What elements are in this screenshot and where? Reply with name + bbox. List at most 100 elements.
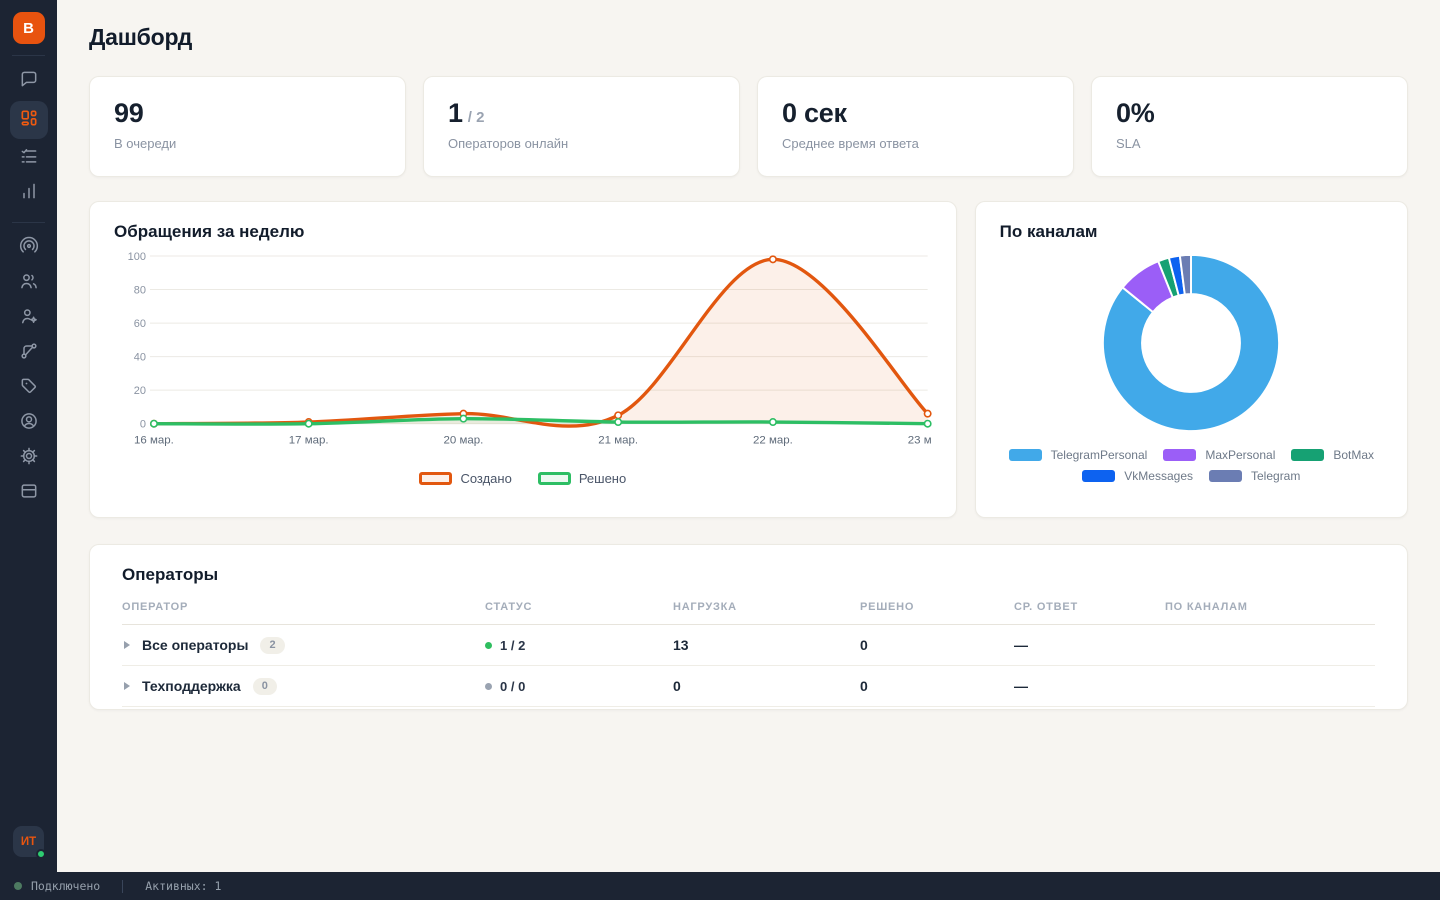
- column-header[interactable]: СТАТУС: [485, 601, 673, 613]
- load-value: 0: [673, 678, 860, 694]
- queue-icon: [19, 146, 39, 171]
- legend-item[interactable]: VkMessages: [1082, 469, 1193, 483]
- connection-status-label: Подключено: [31, 879, 100, 893]
- load-value: 13: [673, 637, 860, 653]
- status-value: 0 / 0: [500, 679, 525, 694]
- active-sessions-label: Активных: 1: [145, 879, 221, 893]
- legend-swatch: [1163, 449, 1196, 461]
- legend-swatch: [1291, 449, 1324, 461]
- sidebar-item-clients[interactable]: [10, 406, 48, 441]
- legend-item[interactable]: TelegramPersonal: [1009, 448, 1148, 462]
- stat-value: 0%: [1116, 98, 1154, 128]
- chat-icon: [19, 69, 39, 94]
- divider: [122, 880, 123, 893]
- legend-item[interactable]: Решено: [538, 471, 626, 486]
- legend-label: TelegramPersonal: [1051, 448, 1148, 462]
- sidebar: B ИТ: [0, 0, 57, 872]
- column-header[interactable]: СР. ОТВЕТ: [1014, 601, 1165, 613]
- sidebar-item-flows[interactable]: [10, 336, 48, 371]
- svg-text:20: 20: [134, 385, 146, 397]
- sidebar-item-dashboard[interactable]: [10, 101, 48, 139]
- legend-swatch: [538, 472, 571, 485]
- user-avatar[interactable]: ИТ: [13, 826, 44, 857]
- charts-row: Обращения за неделю 02040608010016 мар.1…: [89, 201, 1408, 518]
- tag-icon: [19, 376, 39, 401]
- main-content: Дашборд 99 В очереди 1 / 2 Операторов онл…: [57, 0, 1440, 872]
- sidebar-item-billing[interactable]: [10, 476, 48, 511]
- svg-text:22 мар.: 22 мар.: [753, 435, 793, 447]
- status-dot: [485, 642, 492, 649]
- page-title: Дашборд: [89, 24, 1408, 51]
- stat-card-queue: 99 В очереди: [89, 76, 406, 177]
- resolved-value: 0: [860, 637, 1014, 653]
- sidebar-item-channels[interactable]: [10, 231, 48, 266]
- svg-text:40: 40: [134, 352, 146, 364]
- divider: [12, 222, 45, 223]
- legend-item[interactable]: MaxPersonal: [1163, 448, 1275, 462]
- stat-suffix: / 2: [468, 109, 485, 126]
- column-header[interactable]: ПО КАНАЛАМ: [1165, 601, 1375, 613]
- line-chart-legend: Создано Решено: [114, 471, 932, 486]
- stat-cards: 99 В очереди 1 / 2 Операторов онлайн 0 се…: [89, 76, 1408, 177]
- stat-card-avg-response: 0 сек Среднее время ответа: [757, 76, 1074, 177]
- legend-label: Telegram: [1251, 469, 1300, 483]
- sidebar-item-analytics[interactable]: [10, 176, 48, 211]
- table-row[interactable]: Все операторы 2 1 / 2 13 0 —: [122, 625, 1375, 666]
- expand-caret-icon[interactable]: [124, 641, 130, 649]
- svg-text:60: 60: [134, 318, 146, 330]
- operator-count-badge: 0: [253, 678, 277, 695]
- legend-label: Создано: [460, 471, 511, 486]
- weekly-requests-chart-card: Обращения за неделю 02040608010016 мар.1…: [89, 201, 957, 518]
- operator-name: Все операторы: [142, 637, 248, 653]
- svg-text:20 мар.: 20 мар.: [444, 435, 484, 447]
- dashboard-icon: [19, 108, 39, 133]
- users-icon: [19, 271, 39, 296]
- column-header[interactable]: РЕШЕНО: [860, 601, 1014, 613]
- stat-value: 99: [114, 98, 144, 128]
- operator-count-badge: 2: [260, 637, 284, 654]
- svg-text:21 мар.: 21 мар.: [598, 435, 638, 447]
- legend-item[interactable]: BotMax: [1291, 448, 1374, 462]
- operator-name: Техподдержка: [142, 678, 241, 694]
- stat-card-operators-online: 1 / 2 Операторов онлайн: [423, 76, 740, 177]
- svg-text:16 мар.: 16 мар.: [134, 435, 174, 447]
- status-bar: Подключено Активных: 1: [0, 872, 1440, 900]
- operators-card: Операторы ОПЕРАТОР СТАТУС НАГРУЗКА РЕШЕН…: [89, 544, 1408, 710]
- donut-chart[interactable]: [1098, 250, 1284, 436]
- sidebar-item-tags[interactable]: [10, 371, 48, 406]
- app-logo[interactable]: B: [13, 12, 45, 44]
- sidebar-item-queue[interactable]: [10, 141, 48, 176]
- legend-item[interactable]: Создано: [419, 471, 511, 486]
- svg-text:23 мар.: 23 мар.: [908, 435, 932, 447]
- svg-text:80: 80: [134, 285, 146, 297]
- panel-icon: [19, 481, 39, 506]
- sidebar-item-bots[interactable]: [10, 301, 48, 336]
- table-row[interactable]: Техподдержка 0 0 / 0 0 0 —: [122, 666, 1375, 707]
- expand-caret-icon[interactable]: [124, 682, 130, 690]
- stat-label: Операторов онлайн: [448, 136, 715, 151]
- avg-response-value: —: [1014, 678, 1165, 694]
- gear-icon: [19, 446, 39, 471]
- column-header[interactable]: ОПЕРАТОР: [122, 601, 485, 613]
- sidebar-item-settings[interactable]: [10, 441, 48, 476]
- stat-label: Среднее время ответа: [782, 136, 1049, 151]
- chart-title: По каналам: [1000, 222, 1383, 242]
- column-header[interactable]: НАГРУЗКА: [673, 601, 860, 613]
- sidebar-item-operators[interactable]: [10, 266, 48, 301]
- stat-card-sla: 0% SLA: [1091, 76, 1408, 177]
- connection-status-dot: [14, 882, 22, 890]
- stat-value: 0 сек: [782, 98, 847, 128]
- legend-label: BotMax: [1333, 448, 1374, 462]
- svg-text:17 мар.: 17 мар.: [289, 435, 329, 447]
- bar-chart-icon: [19, 181, 39, 206]
- legend-swatch: [1209, 470, 1242, 482]
- line-chart[interactable]: 02040608010016 мар.17 мар.20 мар.21 мар.…: [114, 246, 932, 471]
- branch-icon: [19, 341, 39, 366]
- sidebar-item-chats[interactable]: [10, 64, 48, 99]
- legend-swatch: [419, 472, 452, 485]
- divider: [12, 55, 45, 56]
- legend-item[interactable]: Telegram: [1209, 469, 1300, 483]
- stat-value: 1: [448, 98, 463, 128]
- user-circle-icon: [19, 411, 39, 436]
- resolved-value: 0: [860, 678, 1014, 694]
